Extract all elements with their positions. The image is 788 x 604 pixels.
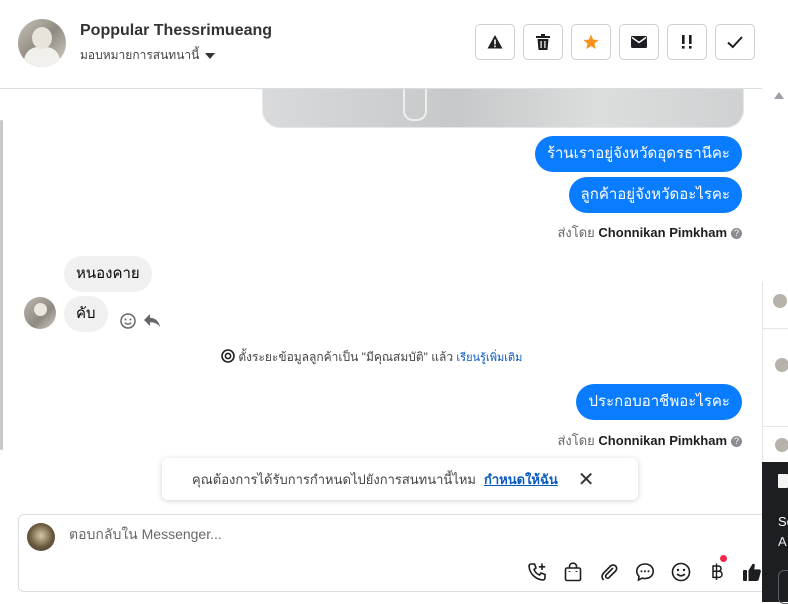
system-notice: ตั้งระยะข้อมูลลูกค้าเป็น "มีคุณสมบัติ" แ… <box>221 348 522 367</box>
sent-by-label: ส่งโดย Chonnikan Pimkham? <box>557 430 742 451</box>
help-icon[interactable]: ? <box>731 436 742 447</box>
priority-button[interactable] <box>667 24 707 60</box>
trash-icon <box>536 34 550 50</box>
meta-ai-icon <box>221 349 235 363</box>
payment-button[interactable] <box>706 555 728 583</box>
react-button[interactable] <box>120 313 136 334</box>
caret-down-icon <box>205 52 216 59</box>
help-icon[interactable]: ? <box>731 228 742 239</box>
attach-button[interactable] <box>598 561 620 583</box>
like-button[interactable] <box>741 561 763 583</box>
shop-button[interactable] <box>562 561 584 583</box>
close-icon[interactable]: ✕ <box>578 467 595 492</box>
email-button[interactable] <box>619 24 659 60</box>
reply-arrow-icon <box>144 314 160 327</box>
shopping-bag-icon <box>564 562 582 582</box>
contact-name[interactable]: Poppular Thessrimueang <box>80 22 272 40</box>
sent-by-label: ส่งโดย Chonnikan Pimkham? <box>557 222 742 243</box>
phone-plus-icon <box>528 563 546 581</box>
done-button[interactable] <box>715 24 755 60</box>
saved-replies-button[interactable] <box>634 561 656 583</box>
divider <box>763 328 788 329</box>
outgoing-message[interactable]: ประกอบอาชีพอะไรคะ <box>576 384 742 420</box>
image-attachment[interactable] <box>262 89 744 128</box>
learn-more-link[interactable]: เรียนรู้เพิ่มเติม <box>456 352 522 364</box>
notice-text: ตั้งระยะข้อมูลลูกค้าเป็น "มีคุณสมบัติ" แ… <box>238 350 454 364</box>
notification-dot <box>720 555 727 562</box>
assign-label: มอบหมายการสนทนานี้ <box>80 48 200 62</box>
warning-icon <box>487 35 503 49</box>
sent-by-name[interactable]: Chonnikan Pimkham <box>598 433 727 448</box>
assign-prompt-text: คุณต้องการได้รับการกำหนดไปยังการสนทนานี้… <box>192 471 476 487</box>
side-panel-text: Sc <box>778 514 788 529</box>
like-icon <box>743 563 761 581</box>
envelope-icon <box>631 36 647 48</box>
incoming-message[interactable]: คับ <box>64 296 108 332</box>
sent-by-prefix: ส่งโดย <box>557 225 595 240</box>
document-icon <box>778 474 788 488</box>
exclamation-icon <box>682 35 692 49</box>
message-thread[interactable]: ร้านเราอยู่จังหวัดอุดรธานีคะ ลูกค้าอยู่จ… <box>0 89 762 512</box>
outgoing-message[interactable]: ร้านเราอยู่จังหวัดอุดรธานีคะ <box>534 136 742 172</box>
incoming-message[interactable]: หนองคาย <box>64 256 152 292</box>
contact-avatar[interactable] <box>18 19 66 67</box>
reply-input[interactable] <box>67 525 671 543</box>
paperclip-icon <box>601 564 618 581</box>
sent-by-prefix: ส่งโดย <box>557 433 595 448</box>
scrollbar[interactable] <box>0 120 3 450</box>
sender-avatar[interactable] <box>24 297 56 329</box>
star-icon <box>583 34 599 49</box>
emoji-icon <box>120 313 136 329</box>
page-avatar <box>27 523 55 551</box>
side-dark-panel: Sc A <box>762 462 788 604</box>
emoji-icon <box>671 562 691 582</box>
scroll-up-icon[interactable] <box>774 92 784 99</box>
outgoing-message[interactable]: ลูกค้าอยู่จังหวัดอะไรคะ <box>568 177 742 213</box>
sent-by-name[interactable]: Chonnikan Pimkham <box>598 225 727 240</box>
check-icon <box>727 36 743 49</box>
conversation-header: Poppular Thessrimueang มอบหมายการสนทนานี… <box>0 0 762 89</box>
chat-bubble-icon <box>635 563 655 582</box>
baht-icon <box>712 563 723 580</box>
conversation-avatar[interactable] <box>775 438 788 452</box>
call-button[interactable] <box>526 561 548 583</box>
assign-to-me-link[interactable]: กำหนดให้ฉัน <box>484 469 558 490</box>
delete-button[interactable] <box>523 24 563 60</box>
star-button[interactable] <box>571 24 611 60</box>
report-button[interactable] <box>475 24 515 60</box>
reply-button[interactable] <box>143 313 161 333</box>
conversation-avatar[interactable] <box>775 358 788 372</box>
side-panel-button[interactable] <box>778 570 788 604</box>
conversation-avatar[interactable] <box>773 294 787 308</box>
divider <box>763 426 788 427</box>
assign-prompt: คุณต้องการได้รับการกำหนดไปยังการสนทนานี้… <box>162 458 638 500</box>
reply-composer <box>18 514 768 592</box>
emoji-button[interactable] <box>670 561 692 583</box>
side-panel-text: A <box>778 534 787 549</box>
assign-dropdown[interactable]: มอบหมายการสนทนานี้ <box>80 46 216 65</box>
